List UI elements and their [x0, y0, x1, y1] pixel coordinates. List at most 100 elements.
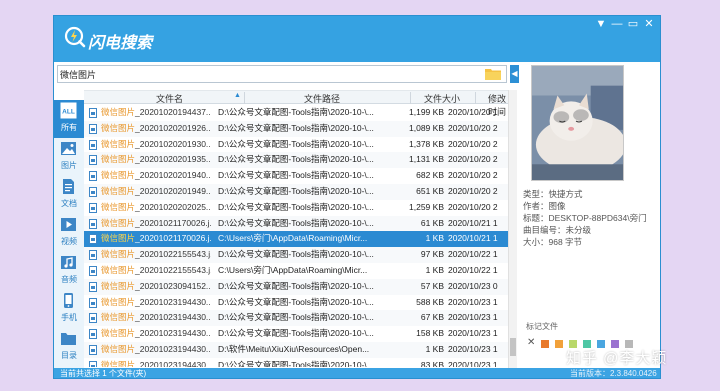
vertical-scrollbar[interactable] [508, 90, 517, 368]
status-bar: 当前共选择 1 个文件(夹) 当前版本：2.3.840.0426 [54, 368, 660, 378]
sidebar-item-audio[interactable]: 音频 [54, 252, 84, 290]
match-highlight: 微信图片 [101, 296, 136, 307]
file-path-cell: D:\公众号文章配图-Tools指南\2020-10-\... [218, 107, 374, 117]
column-divider[interactable] [410, 92, 411, 104]
folder-browse-icon[interactable] [485, 68, 501, 80]
table-row[interactable]: 微信图片_20201022155543.j... C:\Users\旁门\AppD… [84, 263, 508, 279]
file-icon [89, 139, 97, 150]
sidebar-item-label: 所有 [61, 123, 77, 132]
file-path-cell: C:\Users\旁门\AppData\Roaming\Micr... [218, 265, 368, 275]
match-highlight: 微信图片 [101, 233, 136, 244]
file-list-header: 文件名 ▲ 文件路径 文件大小 修改时间 [84, 90, 508, 117]
file-icon [89, 345, 97, 355]
table-row[interactable]: 微信图片_20201023194430... D:\公众号文章配图-Tools指南… [84, 358, 508, 367]
sidebar-item-folders[interactable]: 目录 [54, 328, 84, 366]
file-icon [89, 108, 97, 118]
tag-orange[interactable] [541, 340, 549, 348]
file-name-cell: 微信图片_20201023194430... [101, 358, 211, 367]
file-size-cell: 1 KB [425, 233, 444, 244]
file-name-cell: 微信图片_20201020201930... [101, 137, 211, 153]
modified-time-cell: 2020/10/21 1 [448, 233, 498, 244]
app-window: 闪电搜索 ▼ — ▭ ✕ ◀ ALL 所有 图片 文档 视频 [53, 15, 661, 379]
file-name-rest: _20201023194430... [135, 296, 211, 307]
file-size-cell: 61 KB [420, 217, 444, 228]
collapse-preview-button[interactable]: ◀ [510, 65, 519, 83]
file-name-rest: _20201020201930... [135, 138, 211, 149]
table-row[interactable]: 微信图片_20201020201930... D:\公众号文章配图-Tools指南… [84, 137, 508, 153]
file-path-cell: D:\公众号文章配图-Tools指南\2020-10-\... [218, 201, 374, 212]
table-row[interactable]: 微信图片_20201021170026.j... C:\Users\旁门\AppD… [84, 231, 508, 248]
modified-time-cell: 2020/10/20 2 [448, 138, 498, 149]
file-icon [89, 266, 97, 276]
match-highlight: 微信图片 [101, 265, 136, 275]
all-icon: ALL [60, 102, 77, 119]
search-input[interactable] [60, 68, 470, 81]
file-name-rest: _20201020194437... [135, 107, 211, 117]
file-icon [89, 202, 97, 213]
column-header-path[interactable]: 文件路径 [304, 92, 340, 105]
match-highlight: 微信图片 [101, 201, 136, 212]
table-row[interactable]: 微信图片_20201023194430... D:\公众号文章配图-Tools指南… [84, 295, 508, 311]
column-header-size[interactable]: 文件大小 [424, 92, 460, 105]
sidebar-item-label: 文档 [61, 199, 77, 208]
table-row[interactable]: 微信图片_20201023194430... D:\公众号文章配图-Tools指南… [84, 326, 508, 342]
preview-meta-title: 标题：DESKTOP-88PD634\旁门 [523, 213, 647, 223]
modified-time-cell: 2020/10/20 2 [448, 201, 498, 212]
sidebar-item-phone[interactable]: 手机 [54, 290, 84, 328]
sidebar-item-videos[interactable]: 视频 [54, 214, 84, 252]
file-name-rest: _20201020201940... [135, 170, 211, 181]
match-highlight: 微信图片 [101, 312, 136, 323]
file-name-cell: 微信图片_20201020202025... [101, 200, 211, 216]
file-name-cell: 微信图片_20201020201926... [101, 121, 211, 137]
preview-meta-type: 类型：快捷方式 [523, 189, 583, 199]
column-divider[interactable] [475, 92, 476, 104]
menu-dropdown-button[interactable]: ▼ [594, 18, 608, 30]
modified-time-cell: 2020/10/23 1 [448, 344, 498, 354]
file-name-cell: 微信图片_20201022155543.j... [101, 263, 211, 279]
clear-tag-icon[interactable]: ✕ [527, 337, 535, 348]
table-row[interactable]: 微信图片_20201020201935... D:\公众号文章配图-Tools指南… [84, 152, 508, 169]
file-size-cell: 158 KB [416, 328, 444, 339]
table-row[interactable]: 微信图片_20201020201926... D:\公众号文章配图-Tools指南… [84, 120, 508, 137]
table-row[interactable]: 微信图片_20201022155543.j... D:\公众号文章配图-Tools… [84, 247, 508, 263]
preview-meta-track: 曲目编号：未分级 [523, 225, 592, 235]
sidebar-item-documents[interactable]: 文档 [54, 176, 84, 214]
close-button[interactable]: ✕ [642, 18, 656, 30]
table-row[interactable]: 微信图片_20201021170026.j... D:\公众号文章配图-Tools… [84, 215, 508, 232]
tag-amber[interactable] [555, 340, 563, 348]
column-header-name[interactable]: 文件名 [156, 92, 183, 105]
file-icon [89, 297, 97, 308]
maximize-button[interactable]: ▭ [626, 18, 640, 30]
match-highlight: 微信图片 [101, 359, 136, 367]
file-name-rest: _20201023094152... [135, 280, 211, 291]
table-row[interactable]: 微信图片_20201023094152... D:\公众号文章配图-Tools指南… [84, 278, 508, 295]
zhihu-watermark: 知乎 @李大颖 [566, 350, 668, 367]
sidebar-item-images[interactable]: 图片 [54, 138, 84, 176]
file-path-cell: D:\公众号文章配图-Tools指南\2020-10-\... [218, 249, 374, 260]
table-row[interactable]: 微信图片_20201023194430... D:\公众号文章配图-Tools指南… [84, 310, 508, 327]
app-title: 闪电搜索 [88, 35, 153, 52]
modified-time-cell: 2020/10/23 1 [448, 328, 498, 339]
modified-time-cell: 2020/10/22 1 [448, 249, 498, 260]
match-highlight: 微信图片 [101, 249, 136, 260]
table-row[interactable]: 微信图片_20201023194430... D:\软件\Meitu\XiuXiu… [84, 342, 508, 358]
scrollbar-thumb[interactable] [510, 338, 516, 356]
match-highlight: 微信图片 [101, 122, 136, 133]
preview-meta-size: 大小：968 字节 [523, 237, 583, 247]
minimize-button[interactable]: — [610, 18, 624, 30]
column-divider[interactable] [244, 92, 245, 104]
match-highlight: 微信图片 [101, 138, 136, 149]
file-name-rest: _20201020202025... [135, 201, 211, 212]
file-name-rest: _20201020201949... [135, 186, 211, 196]
file-name-cell: 微信图片_20201020201935... [101, 152, 211, 168]
sidebar-item-all[interactable]: ALL 所有 [54, 100, 84, 138]
table-row[interactable]: 微信图片_20201020201940... D:\公众号文章配图-Tools指南… [84, 168, 508, 184]
file-path-cell: D:\公众号文章配图-Tools指南\2020-10-\... [218, 170, 374, 181]
file-size-cell: 1,378 KB [409, 138, 444, 149]
table-row[interactable]: 微信图片_20201020194437... D:\公众号文章配图-Tools指南… [84, 105, 508, 121]
table-row[interactable]: 微信图片_20201020202025... D:\公众号文章配图-Tools指南… [84, 200, 508, 216]
sidebar-item-label: 图片 [61, 161, 77, 170]
file-name-cell: 微信图片_20201022155543.j... [101, 247, 211, 263]
table-row[interactable]: 微信图片_20201020201949... D:\公众号文章配图-Tools指南… [84, 184, 508, 200]
search-bar [57, 65, 507, 83]
